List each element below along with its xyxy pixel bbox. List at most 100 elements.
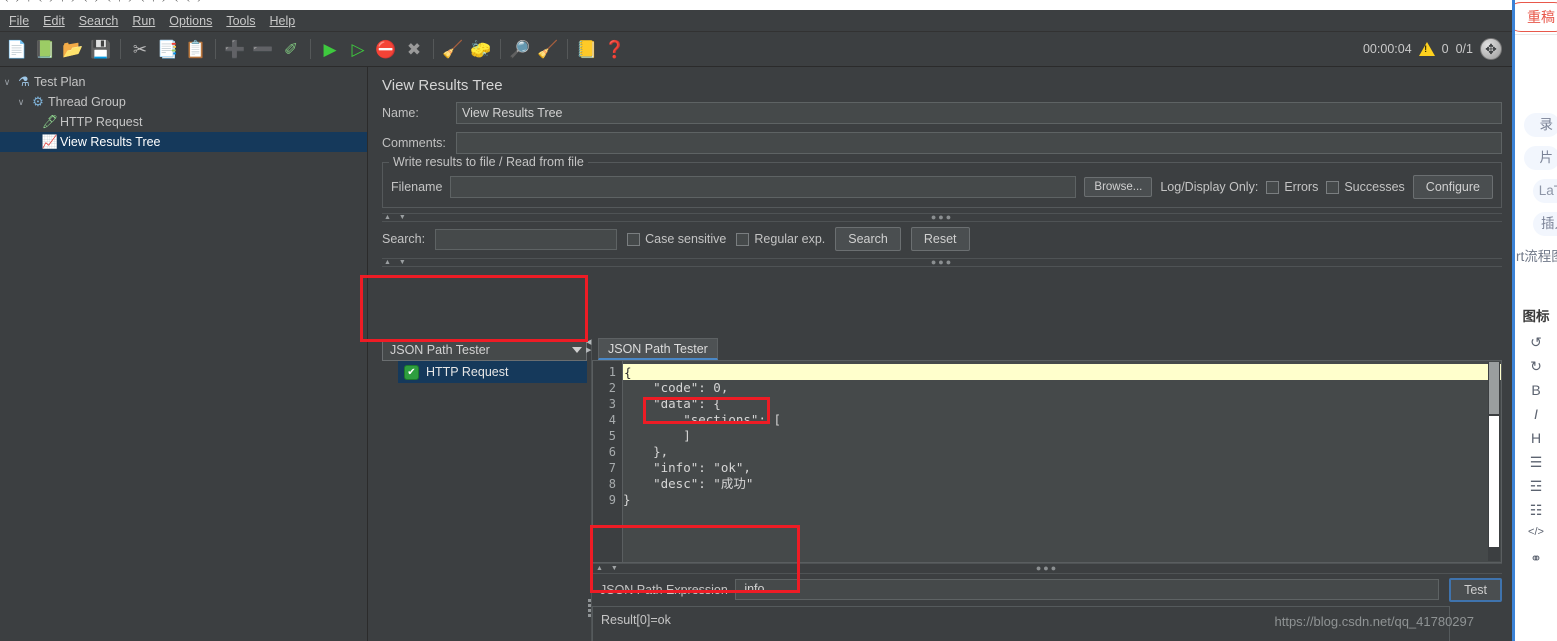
csdn-chip-image[interactable]: 片	[1524, 146, 1557, 170]
tab-json-path-tester[interactable]: JSON Path Tester	[598, 338, 718, 360]
menu-item-options[interactable]: Options	[162, 12, 219, 30]
reset-search-icon[interactable]: 🧹	[535, 36, 561, 62]
scrollbar-track-light[interactable]	[1489, 416, 1499, 547]
paste-icon[interactable]: 📋	[183, 36, 209, 62]
menu-item-file[interactable]: File	[2, 12, 36, 30]
toolbar-separator-6	[567, 39, 568, 59]
unordered-list-icon[interactable]: ☲	[1530, 479, 1543, 494]
tab-nav-arrows[interactable]: ◀ ▶	[586, 339, 591, 354]
name-input[interactable]: View Results Tree	[456, 102, 1502, 124]
main-split: ∨ ⚗ Test Plan ∨ ⚙ Thread Group 🖊 HTTP Re…	[0, 67, 1512, 641]
sample-result-list-item[interactable]: ✔ HTTP Request	[398, 361, 587, 383]
menu-item-help[interactable]: Help	[263, 12, 303, 30]
tab-nav-right-icon[interactable]: ▶	[586, 347, 591, 354]
editor-splitter-arrows-icon[interactable]: ▲ ▼	[596, 565, 621, 572]
top-cutoff-ghost-text: ( ) | ( ) | ) ( ) ( | ) ( | ) ( ( )	[4, 0, 204, 3]
expand-icon[interactable]: ➕	[222, 36, 248, 62]
splitter-dots-icon[interactable]: ●●●	[931, 213, 953, 222]
collapse-icon[interactable]: ➖	[250, 36, 276, 62]
copy-icon[interactable]: 📑	[155, 36, 181, 62]
errors-checkbox-wrap[interactable]: Errors	[1266, 180, 1318, 194]
link-icon[interactable]: ⚭	[1530, 551, 1542, 566]
tree-node-thread-group[interactable]: ∨ ⚙ Thread Group	[0, 92, 367, 112]
toolbar-separator-4	[433, 39, 434, 59]
configure-button[interactable]: Configure	[1412, 175, 1493, 199]
undo-icon[interactable]: ↺	[1530, 335, 1542, 350]
lower-splitter[interactable]: ▲ ▼ ●●●	[382, 258, 1502, 267]
editor-splitter-dots-icon[interactable]: ●●●	[1036, 564, 1058, 573]
menu-item-edit[interactable]: Edit	[36, 12, 72, 30]
shutdown-icon[interactable]: ✖	[401, 36, 427, 62]
case-sensitive-checkbox[interactable]	[627, 232, 641, 246]
draft-button[interactable]: 重稿	[1515, 2, 1557, 32]
tab-nav-left-icon[interactable]: ◀	[586, 339, 591, 346]
start-icon[interactable]: ▶	[317, 36, 343, 62]
tree-node-test-plan[interactable]: ∨ ⚗ Test Plan	[0, 72, 367, 92]
csdn-chip-latex[interactable]: LaTe	[1533, 179, 1557, 203]
clear-all-icon[interactable]: 🧽	[468, 36, 494, 62]
task-list-icon[interactable]: ☷	[1530, 503, 1543, 518]
tree-toggle-test-plan[interactable]: ∨	[0, 77, 14, 88]
menu-item-tools[interactable]: Tools	[219, 12, 262, 30]
lower-splitter-dots-icon[interactable]: ●●●	[931, 258, 953, 267]
editor-bottom-splitter[interactable]: ▲ ▼ ●●●	[592, 563, 1502, 574]
search-icon[interactable]: 🔎	[507, 36, 533, 62]
redo-icon[interactable]: ↻	[1530, 359, 1542, 374]
code-block-icon[interactable]: </>	[1528, 527, 1544, 542]
bold-icon[interactable]: B	[1531, 383, 1540, 398]
menu-bar: File Edit Search Run Options Tools Help	[0, 10, 1512, 32]
function-helper-icon[interactable]: 📒	[574, 36, 600, 62]
tree-node-http-request[interactable]: 🖊 HTTP Request	[0, 112, 367, 132]
csdn-chip-insert[interactable]: 插入	[1533, 212, 1557, 236]
search-input[interactable]	[435, 228, 618, 250]
filename-input[interactable]	[450, 176, 1077, 198]
open-icon[interactable]: 📂	[60, 36, 86, 62]
templates-icon[interactable]: 📗	[32, 36, 58, 62]
chevron-down-icon[interactable]	[572, 347, 582, 353]
editor-vertical-scrollbar[interactable]	[1488, 362, 1500, 561]
line-number: 6	[608, 445, 616, 459]
successes-checkbox[interactable]	[1326, 180, 1340, 194]
successes-checkbox-wrap[interactable]: Successes	[1326, 180, 1405, 194]
lower-splitter-arrows-icon[interactable]: ▲ ▼	[384, 259, 409, 266]
test-button[interactable]: Test	[1449, 577, 1502, 602]
start-no-pauses-icon[interactable]: ▷	[345, 36, 371, 62]
errors-checkbox[interactable]	[1266, 180, 1280, 194]
response-code-text[interactable]: { "code": 0, "data": { "sections": [ ] }…	[623, 361, 1501, 562]
warning-icon[interactable]	[1418, 42, 1435, 56]
view-results-tree-icon: 📈	[41, 134, 59, 149]
regular-exp-checkbox[interactable]	[736, 232, 750, 246]
search-button[interactable]: Search	[835, 227, 901, 251]
splitter-arrows-icon[interactable]: ▲ ▼	[384, 214, 409, 221]
menu-item-run[interactable]: Run	[125, 12, 162, 30]
italic-icon[interactable]: I	[1534, 407, 1538, 422]
comments-input[interactable]	[456, 132, 1502, 154]
jsonpath-expression-input[interactable]: .info	[734, 579, 1440, 600]
heading-icon[interactable]: H	[1531, 431, 1541, 446]
tree-node-test-plan-label: Test Plan	[34, 75, 86, 89]
csdn-chip-directory[interactable]: 录	[1524, 113, 1557, 137]
browse-button[interactable]: Browse...	[1084, 177, 1153, 197]
scrollbar-thumb[interactable]	[1489, 362, 1499, 414]
regular-exp-checkbox-wrap[interactable]: Regular exp.	[736, 232, 825, 246]
help-icon[interactable]: ❓	[602, 36, 628, 62]
toggle-icon[interactable]: ✐	[278, 36, 304, 62]
clear-icon[interactable]: 🧹	[440, 36, 466, 62]
ordered-list-icon[interactable]: ☰	[1530, 455, 1543, 470]
line-number: 4	[608, 413, 616, 427]
jsonpath-splitter-handle[interactable]	[588, 599, 591, 617]
tree-toggle-thread-group[interactable]: ∨	[14, 97, 28, 108]
render-selector-combo[interactable]: JSON Path Tester	[382, 339, 587, 361]
menu-item-search[interactable]: Search	[72, 12, 126, 30]
render-selector-value: JSON Path Tester	[390, 343, 490, 357]
reset-button[interactable]: Reset	[910, 227, 970, 251]
csdn-chip-flowchart[interactable]: rt流程图	[1515, 245, 1557, 269]
cut-icon[interactable]: ✂	[127, 36, 153, 62]
upper-splitter[interactable]: ▲ ▼ ●●●	[382, 213, 1502, 222]
case-sensitive-checkbox-wrap[interactable]: Case sensitive	[627, 232, 726, 246]
name-label: Name:	[382, 106, 419, 120]
new-icon[interactable]: 📄	[4, 36, 30, 62]
stop-icon[interactable]: ⛔	[373, 36, 399, 62]
tree-node-view-results-tree[interactable]: 📈 View Results Tree	[0, 132, 367, 152]
save-icon[interactable]: 💾	[88, 36, 114, 62]
